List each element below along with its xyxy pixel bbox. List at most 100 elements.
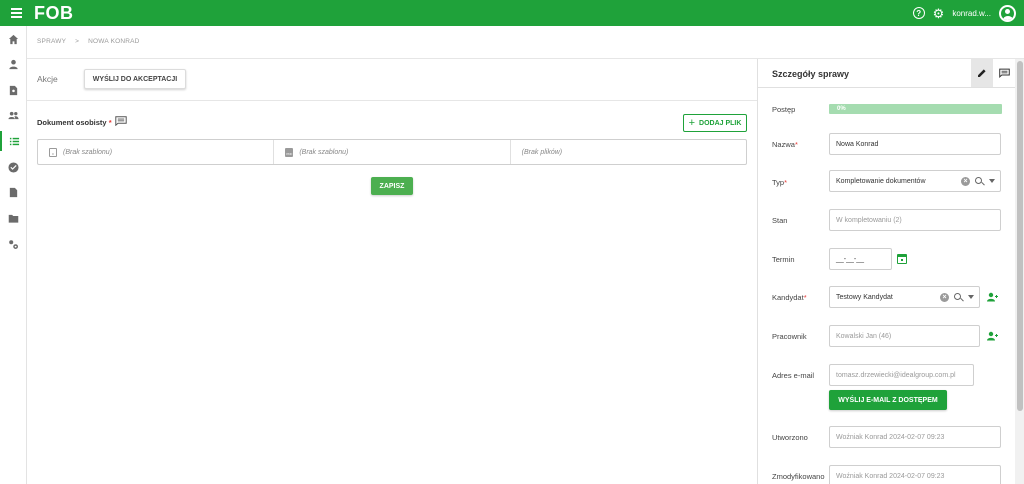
file-slot-text: (Brak szablonu) [63, 148, 113, 156]
file-slot[interactable]: (Brak plików) [511, 140, 746, 164]
progress-value: 0% [837, 105, 846, 112]
created-label: Utworzono [772, 433, 808, 442]
created-field: Woźniak Konrad 2024-02-07 09:23 [829, 426, 1001, 448]
username[interactable]: konrad.w... [952, 9, 991, 18]
deadline-input[interactable]: __-__-__ [829, 248, 892, 270]
check-circle-icon [8, 161, 19, 173]
progress-bar: 0% [829, 104, 1002, 114]
file-slot[interactable]: ≡ (Brak szablonu) [38, 140, 275, 164]
document-filled-icon: PDF [285, 147, 294, 157]
add-file-label: DODAJ PLIK [699, 119, 742, 127]
email-label: Adres e-mail [772, 371, 815, 380]
help-icon[interactable]: ? [912, 7, 925, 19]
required-mark: * [803, 293, 807, 302]
type-value: Kompletowanie dokumentów [836, 177, 926, 185]
menu-icon[interactable] [11, 8, 22, 18]
sidebar-item-folder[interactable] [0, 208, 27, 228]
deadline-label: Termin [772, 255, 795, 264]
sidebar [0, 26, 27, 484]
send-for-acceptance-button[interactable]: WYŚLIJ DO AKCEPTACJI [84, 69, 186, 89]
sidebar-item-people[interactable] [0, 105, 27, 125]
person-document-icon [9, 85, 18, 95]
search-icon[interactable] [954, 292, 963, 302]
avatar[interactable] [999, 4, 1016, 22]
comment-icon [999, 68, 1010, 78]
list-icon [9, 137, 20, 145]
candidate-label-text: Kandydat [772, 293, 804, 302]
sidebar-item-person-document[interactable] [0, 80, 27, 100]
divider [758, 87, 1015, 88]
required-mark: * [794, 140, 798, 149]
clear-icon[interactable]: × [961, 176, 970, 186]
progress-label: Postęp [772, 105, 796, 114]
add-file-button[interactable]: + DODAJ PLIK [683, 114, 747, 132]
type-label-text: Typ [772, 178, 785, 187]
name-field[interactable]: Nowa Konrad [829, 133, 1001, 155]
document-label: Dokument osobisty * [37, 118, 112, 127]
files-box: ≡ (Brak szablonu) PDF (Brak szablonu) (B… [37, 139, 747, 165]
breadcrumb: SPRAWY > NOWA KONRAD [37, 38, 140, 45]
sidebar-item-documents[interactable] [0, 182, 27, 202]
details-panel: Szczegóły sprawy Postęp 0% Nazwa* Nowa K… [757, 59, 1015, 484]
file-slot-text: (Brak szablonu) [299, 148, 349, 156]
name-label: Nazwa* [772, 140, 798, 149]
breadcrumb-current: NOWA KONRAD [88, 38, 140, 45]
sidebar-item-list[interactable] [0, 131, 27, 151]
scrollbar-thumb[interactable] [1016, 61, 1023, 411]
add-person-icon[interactable] [987, 331, 998, 341]
file-slot-text: (Brak plików) [521, 148, 563, 156]
sidebar-item-home[interactable] [0, 29, 27, 49]
name-label-text: Nazwa [772, 140, 795, 149]
top-bar: FOB ? ⚙ konrad.w... [0, 0, 1024, 26]
employee-field[interactable]: Kowalski Jan (46) [829, 325, 980, 347]
divider [27, 100, 757, 101]
chevron-down-icon[interactable] [968, 295, 974, 299]
save-button[interactable]: ZAPISZ [371, 177, 413, 195]
comment-icon[interactable] [115, 116, 127, 126]
top-bar-actions: ? ⚙ konrad.w... [912, 0, 1016, 26]
email-field[interactable]: tomasz.drzewiecki@idealgroup.com.pl [829, 364, 974, 386]
candidate-label: Kandydat* [772, 293, 807, 302]
document-icon [9, 187, 18, 197]
actions-label: Akcje [37, 74, 58, 84]
state-field: W kompletowaniu (2) [829, 209, 1001, 231]
send-email-button[interactable]: WYŚLIJ E-MAIL Z DOSTĘPEM [829, 390, 947, 410]
breadcrumb-separator: > [75, 38, 80, 45]
add-person-icon[interactable] [987, 292, 998, 302]
settings-icon [9, 239, 18, 249]
sidebar-item-person[interactable] [0, 54, 27, 74]
required-mark: * [108, 118, 112, 127]
person-icon [9, 59, 18, 69]
plus-icon: + [688, 116, 696, 129]
scrollbar[interactable] [1015, 59, 1024, 484]
employee-label: Pracownik [772, 332, 807, 341]
breadcrumb-root[interactable]: SPRAWY [37, 38, 66, 45]
home-icon [8, 34, 19, 44]
search-icon[interactable] [975, 176, 984, 186]
app-logo[interactable]: FOB [34, 3, 74, 24]
clear-icon[interactable]: × [940, 292, 949, 302]
document-label-text: Dokument osobisty [37, 118, 107, 127]
details-title: Szczegóły sprawy [772, 69, 850, 79]
people-icon [8, 111, 19, 119]
tab-edit[interactable] [971, 59, 993, 87]
candidate-value: Testowy Kandydat [836, 293, 893, 301]
sidebar-item-approved[interactable] [0, 157, 27, 177]
pencil-icon [978, 69, 986, 77]
sidebar-item-settings[interactable] [0, 234, 27, 254]
gear-icon[interactable]: ⚙ [933, 7, 945, 20]
document-outline-icon: ≡ [49, 147, 57, 157]
type-select[interactable]: Kompletowanie dokumentów × [829, 170, 1001, 192]
candidate-select-icons: × [940, 287, 974, 307]
chevron-down-icon[interactable] [989, 179, 995, 183]
calendar-icon[interactable] [897, 254, 907, 264]
type-label: Typ* [772, 178, 787, 187]
tab-comments[interactable] [994, 59, 1015, 87]
type-select-icons: × [961, 171, 995, 191]
modified-field: Woźniak Konrad 2024-02-07 09:23 [829, 465, 1001, 484]
state-label: Stan [772, 216, 788, 225]
file-slot[interactable]: PDF (Brak szablonu) [274, 140, 511, 164]
required-mark: * [784, 178, 788, 187]
candidate-select[interactable]: Testowy Kandydat × [829, 286, 980, 308]
folder-icon [8, 214, 19, 223]
